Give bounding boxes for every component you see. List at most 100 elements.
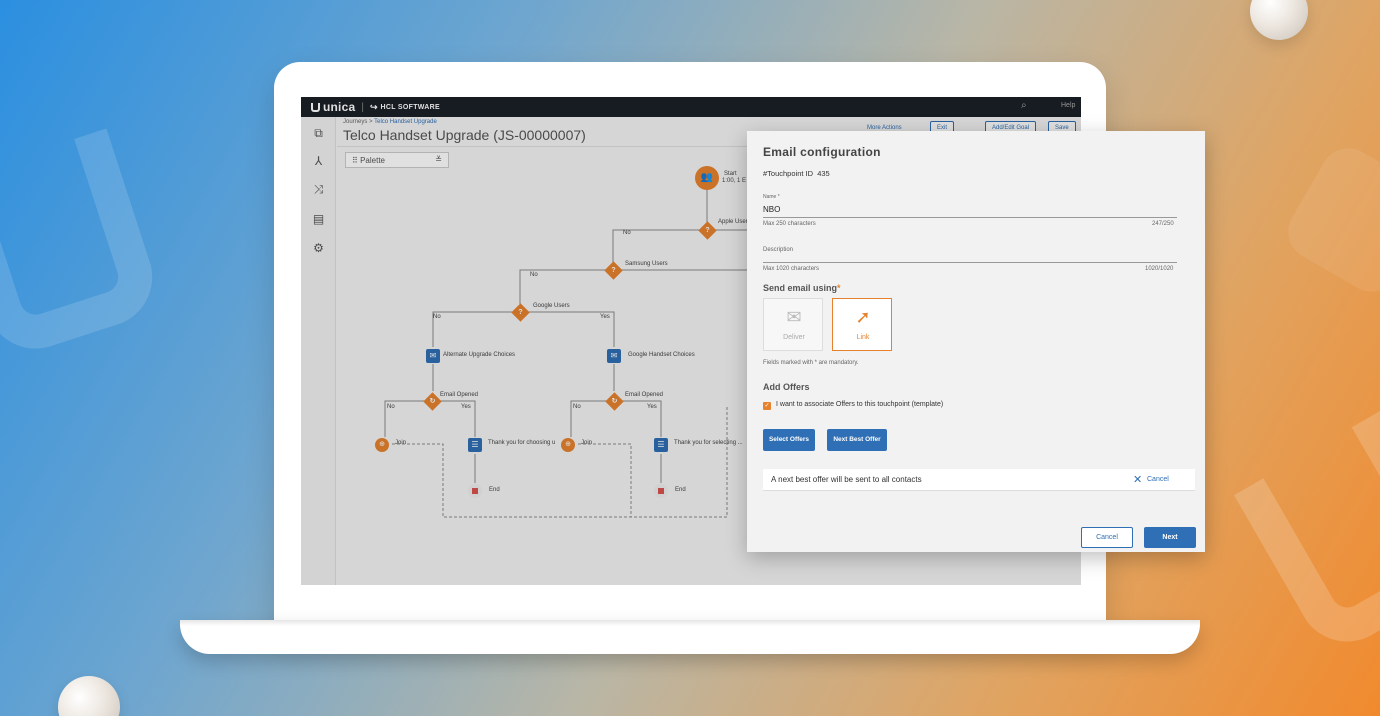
stop-icon: [658, 488, 664, 494]
help-link[interactable]: Help: [1061, 102, 1075, 109]
merge-icon[interactable]: ⅄: [312, 155, 325, 168]
question-icon: ?: [705, 227, 710, 234]
decision-label: Samsung Users: [625, 261, 668, 267]
description-label: Description: [763, 247, 794, 253]
next-best-offer-button[interactable]: Next Best Offer: [827, 429, 887, 451]
deliver-option[interactable]: ✉ Deliver: [763, 298, 823, 351]
link-option[interactable]: ➚ Link: [832, 298, 892, 351]
close-icon[interactable]: ✕: [1133, 473, 1142, 486]
shuffle-icon[interactable]: ⤨: [312, 183, 325, 196]
nbo-notice: A next best offer will be sent to all co…: [763, 469, 1195, 491]
question-icon: ?: [518, 309, 523, 316]
email-node-label: Alternate Upgrade Choices: [443, 352, 516, 358]
offers-checkbox[interactable]: ✓: [763, 402, 771, 410]
gear-icon[interactable]: ⚙: [312, 242, 325, 255]
end-node[interactable]: [468, 484, 482, 498]
stop-icon: [472, 488, 478, 494]
touchpoint-id: #Touchpoint ID 435: [763, 169, 830, 178]
decision-node[interactable]: ?: [604, 261, 623, 280]
cancel-button[interactable]: Cancel: [1081, 527, 1133, 548]
description-hint: Max 1020 characters: [763, 266, 820, 272]
deliver-option-label: Deliver: [783, 334, 805, 341]
start-node[interactable]: 👥: [695, 166, 719, 190]
engagement-split-node[interactable]: ↻: [423, 392, 442, 411]
branch-label-no: No: [573, 404, 581, 410]
email-configuration-dialog: Email configuration #Touchpoint ID 435 N…: [747, 131, 1205, 552]
sms-node[interactable]: ☰: [468, 438, 482, 452]
page-title: Telco Handset Upgrade (JS-00000007): [343, 127, 586, 143]
email-node[interactable]: ✉: [607, 349, 621, 363]
breadcrumb: Journeys > Telco Handset Upgrade: [343, 119, 437, 125]
link-option-label: Link: [856, 334, 870, 341]
decision-node[interactable]: ?: [698, 221, 717, 240]
sync-icon: ↻: [429, 398, 436, 405]
split-label: Email Opened: [625, 392, 664, 398]
branch-label-no: No: [623, 230, 631, 236]
touchpoint-label: #Touchpoint ID: [763, 169, 814, 178]
sync-icon: ↻: [611, 398, 618, 405]
end-label: End: [675, 487, 686, 493]
breadcrumb-separator: >: [369, 119, 373, 125]
email-node[interactable]: ✉: [426, 349, 440, 363]
description-field[interactable]: [763, 262, 1177, 263]
hcl-logo-icon: ↪: [369, 101, 378, 112]
email-node-label: Google Handset Choices: [628, 352, 695, 358]
nbo-cancel-link[interactable]: Cancel: [1147, 476, 1169, 483]
decision-label: Google Users: [533, 303, 570, 309]
branch-label-no: No: [433, 314, 441, 320]
sms-node[interactable]: ☰: [654, 438, 668, 452]
background-logo-shape: [0, 128, 166, 362]
envelope-open-icon: ✉: [786, 307, 802, 327]
decor-sphere: [1250, 0, 1308, 40]
dialog-title: Email configuration: [763, 145, 881, 159]
branch-label-yes: Yes: [461, 404, 471, 410]
decision-node[interactable]: ?: [511, 303, 530, 322]
join-label: Join: [581, 440, 593, 446]
divider: |: [361, 101, 364, 113]
engagement-split-node[interactable]: ↻: [605, 392, 624, 411]
unica-logo-icon: [311, 102, 320, 112]
hierarchy-icon[interactable]: ⧉: [312, 127, 325, 140]
join-node[interactable]: ⊕: [375, 438, 389, 452]
next-button[interactable]: Next: [1144, 527, 1196, 548]
send-using-label: Send email using: [763, 283, 838, 293]
background-logo-shape-right: [1233, 410, 1380, 660]
branch-label-no: No: [530, 272, 538, 278]
palette-label: Palette: [360, 156, 385, 165]
name-hint: Max 250 characters: [763, 221, 816, 227]
select-offers-button[interactable]: Select Offers: [763, 429, 815, 451]
required-marker: *: [837, 283, 841, 293]
search-icon[interactable]: ⌕: [1021, 100, 1027, 111]
branch-label-no: No: [387, 404, 395, 410]
sms-node-label: Thank you for selecting ...: [674, 440, 743, 446]
branch-label-yes: Yes: [647, 404, 657, 410]
start-sub-label: 1:00, 1 E: [722, 178, 747, 184]
add-offers-heading: Add Offers: [763, 382, 810, 392]
name-field[interactable]: NBO: [763, 205, 780, 214]
breadcrumb-root[interactable]: Journeys: [343, 119, 367, 125]
end-node[interactable]: [654, 484, 668, 498]
join-label: Join: [395, 440, 407, 446]
offers-checkbox-label: I want to associate Offers to this touch…: [776, 401, 944, 408]
palette-panel[interactable]: ⠿ Palette ≚: [345, 152, 449, 168]
chevron-down-icon[interactable]: ≚: [435, 155, 442, 164]
name-label: Name *: [763, 194, 780, 200]
background-square-shape: [1278, 138, 1380, 302]
drag-handle-icon: ⠿: [352, 156, 358, 165]
table-icon[interactable]: ▤: [312, 213, 325, 226]
sms-node-label: Thank you for choosing u: [488, 440, 556, 446]
branch-label-yes: Yes: [600, 314, 610, 320]
mandatory-note: Fields marked with * are mandatory.: [763, 360, 859, 366]
product-name: unica: [323, 100, 356, 114]
nbo-notice-text: A next best offer will be sent to all co…: [771, 475, 922, 484]
vendor-name: HCL SOFTWARE: [380, 103, 440, 111]
link-arrow-icon: ➚: [855, 307, 871, 327]
join-node[interactable]: ⊕: [561, 438, 575, 452]
split-label: Email Opened: [440, 392, 479, 398]
laptop-base-groove: [180, 620, 1200, 626]
start-label: Start: [724, 171, 737, 177]
question-icon: ?: [611, 267, 616, 274]
name-field-underline: [763, 217, 1177, 218]
breadcrumb-current[interactable]: Telco Handset Upgrade: [374, 119, 437, 125]
top-bar: unica | ↪ HCL SOFTWARE ⌕ Help: [301, 97, 1081, 117]
